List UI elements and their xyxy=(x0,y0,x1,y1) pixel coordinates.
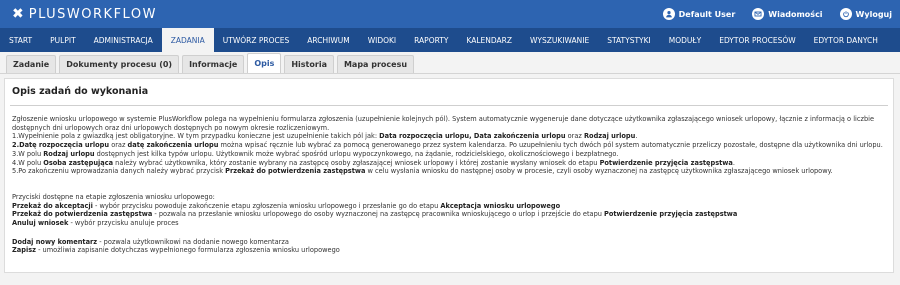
user-menu[interactable]: Default User xyxy=(662,8,736,20)
step-4: 4.W polu Osoba zastępująca należy wybrać… xyxy=(12,158,735,167)
task-tabs: Zadanie Dokumenty procesu (0) Informacje… xyxy=(0,52,900,74)
messages-label: Wiadomości xyxy=(768,9,823,19)
nav-start[interactable]: START xyxy=(0,28,41,52)
power-icon xyxy=(839,8,852,20)
logout-button[interactable]: Wyloguj xyxy=(839,8,892,20)
tab-informacje[interactable]: Informacje xyxy=(182,55,245,73)
button-desc-przekaz-do-akceptacji: Przekaż do akceptacji - wybór przycisku … xyxy=(12,201,561,210)
user-icon xyxy=(662,8,675,20)
description-panel: Opis zadań do wykonania Zgłoszenie wnios… xyxy=(4,78,894,273)
nav-edytor-danych[interactable]: EDYTOR DANYCH xyxy=(805,28,887,52)
tab-historia[interactable]: Historia xyxy=(284,55,334,73)
top-actions: Default User Wiadomości Wyloguj xyxy=(646,8,892,20)
app-logo[interactable]: ✖ PLUSWORKFLOW xyxy=(12,6,157,22)
step-2: 2.Datę rozpoczęcia urlopu oraz datę zako… xyxy=(12,141,883,150)
button-desc-dodaj-komentarz: Dodaj nowy komentarz - pozwala użytkowni… xyxy=(12,237,289,246)
nav-moduly[interactable]: MODUŁY xyxy=(660,28,710,52)
tab-zadanie[interactable]: Zadanie xyxy=(6,55,57,73)
logo-text: PLUSWORKFLOW xyxy=(28,6,157,22)
logo-mark-icon: ✖ xyxy=(12,6,24,22)
nav-wyszukiwanie[interactable]: WYSZUKIWANIE xyxy=(521,28,598,52)
nav-widoki[interactable]: WIDOKI xyxy=(359,28,405,52)
nav-edytor-procesow[interactable]: EDYTOR PROCESÓW xyxy=(710,28,804,52)
step-1: 1.Wypełnienie pola z gwiazdką jest oblig… xyxy=(12,132,638,141)
panel-divider xyxy=(10,105,888,106)
nav-raporty[interactable]: RAPORTY xyxy=(405,28,457,52)
tab-mapa-procesu[interactable]: Mapa procesu xyxy=(336,55,415,73)
description-body: Zgłoszenie wniosku urlopowego w systemie… xyxy=(12,115,885,255)
logout-label: Wyloguj xyxy=(855,9,892,19)
nav-pulpit[interactable]: PULPIT xyxy=(41,28,85,52)
buttons-intro: Przyciski dostępne na etapie zgłoszenia … xyxy=(12,192,215,201)
nav-statystyki[interactable]: STATYSTYKI xyxy=(598,28,660,52)
button-desc-przekaz-do-potwierdzenia: Przekaż do potwierdzenia zastępstwa - po… xyxy=(12,210,738,219)
nav-archiwum[interactable]: ARCHIWUM xyxy=(298,28,358,52)
nav-utworz-proces[interactable]: UTWÓRZ PROCES xyxy=(214,28,299,52)
tab-opis[interactable]: Opis xyxy=(247,53,282,73)
nav-kalendarz[interactable]: KALENDARZ xyxy=(457,28,521,52)
step-3: 3.W polu Rodzaj urlopu dostępnych jest k… xyxy=(12,149,619,158)
tab-dokumenty-procesu[interactable]: Dokumenty procesu (0) xyxy=(59,55,180,73)
button-desc-anuluj-wniosek: Anuluj wniosek - wybór przycisku anuluje… xyxy=(12,219,179,228)
panel-title: Opis zadań do wykonania xyxy=(12,86,149,97)
top-bar: ✖ PLUSWORKFLOW Default User Wiadomości W… xyxy=(0,0,900,28)
intro-paragraph: Zgłoszenie wniosku urlopowego w systemie… xyxy=(12,115,875,132)
nav-zadania[interactable]: ZADANIA xyxy=(161,28,214,52)
step-5: 5.Po zakończeniu wprowadzania danych nal… xyxy=(12,167,833,176)
user-name: Default User xyxy=(678,9,736,19)
envelope-icon xyxy=(752,8,765,20)
messages-link[interactable]: Wiadomości xyxy=(752,8,823,20)
button-desc-zapisz: Zapisz - umożliwia zapisanie dotychczas … xyxy=(12,246,340,255)
main-nav: START PULPIT ADMINISTRACJA ZADANIA UTWÓR… xyxy=(0,28,900,52)
nav-administracja[interactable]: ADMINISTRACJA xyxy=(85,28,162,52)
